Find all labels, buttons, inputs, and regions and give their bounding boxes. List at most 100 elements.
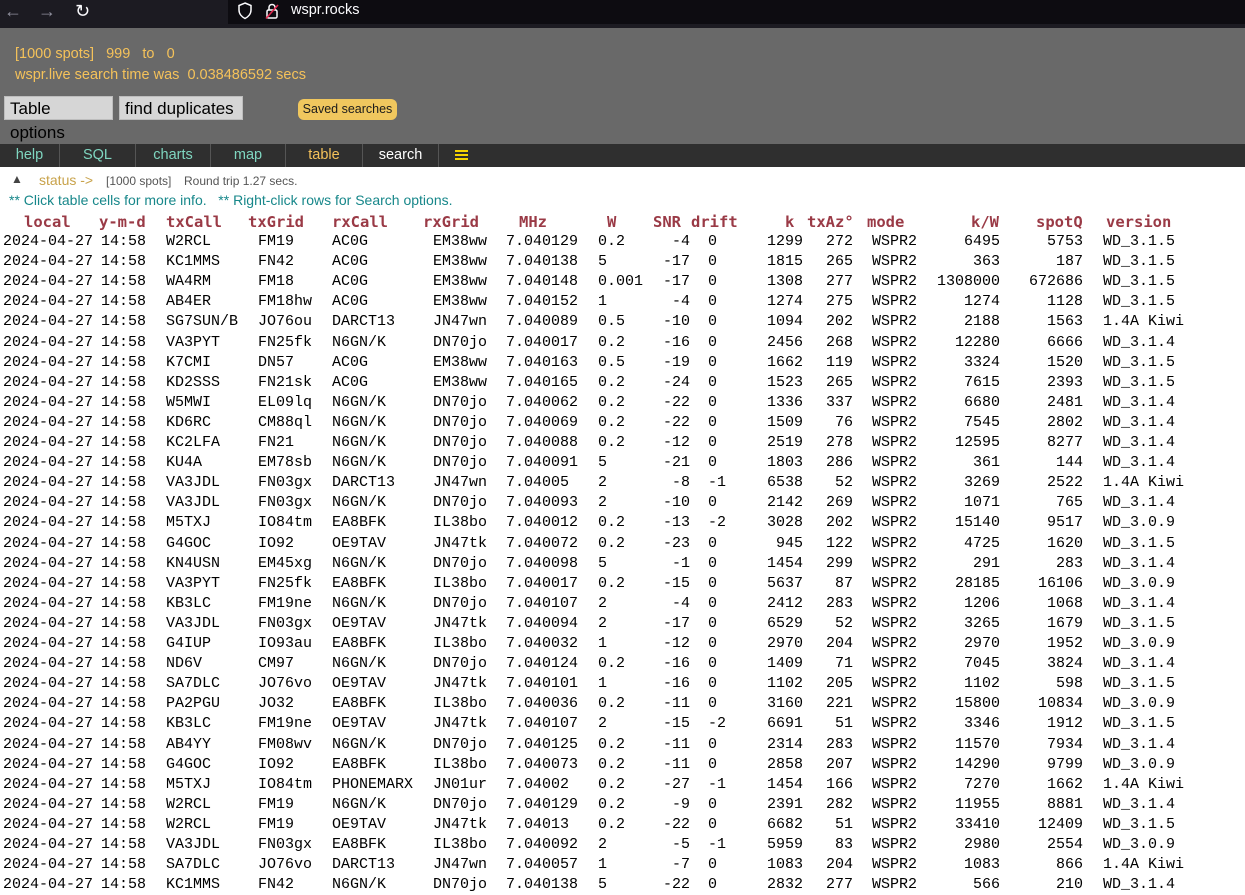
- table-cell[interactable]: -11: [648, 735, 690, 755]
- table-cell[interactable]: 7.040163: [506, 353, 591, 373]
- table-cell[interactable]: 7.04013: [506, 815, 591, 835]
- table-row[interactable]: 2024-04-27 14:58 KN4USN EM45xg N6GN/K DN70jo 7…: [0, 554, 1245, 574]
- table-cell[interactable]: 0: [708, 674, 748, 694]
- table-cell[interactable]: N6GN/K: [332, 333, 427, 353]
- collapse-arrow-icon[interactable]: ▲: [11, 172, 23, 186]
- table-cell[interactable]: -4: [648, 594, 690, 614]
- table-cell[interactable]: -15: [648, 574, 690, 594]
- table-cell[interactable]: 2024-04-27: [3, 634, 93, 654]
- table-cell[interactable]: IO93au: [258, 634, 328, 654]
- column-header-snr[interactable]: SNR: [653, 213, 681, 231]
- table-cell[interactable]: PA2PGU: [166, 694, 256, 714]
- table-cell[interactable]: 1: [598, 674, 653, 694]
- table-cell[interactable]: W2RCL: [166, 795, 256, 815]
- table-cell[interactable]: 1068: [1000, 594, 1083, 614]
- table-cell[interactable]: 14:58: [101, 614, 151, 634]
- table-cell[interactable]: WD_3.1.5: [1103, 292, 1203, 312]
- table-cell[interactable]: JO76ou: [258, 312, 328, 332]
- tab-table[interactable]: table: [286, 144, 363, 167]
- table-cell[interactable]: 0: [708, 413, 748, 433]
- table-cell[interactable]: 277: [808, 875, 853, 895]
- table-cell[interactable]: CM97: [258, 654, 328, 674]
- table-cell[interactable]: G4IUP: [166, 634, 256, 654]
- table-cell[interactable]: JN01ur: [433, 775, 503, 795]
- table-cell[interactable]: 0.2: [598, 393, 653, 413]
- table-cell[interactable]: 1102: [758, 674, 803, 694]
- address-bar[interactable]: [228, 0, 1245, 24]
- table-cell[interactable]: 14:58: [101, 574, 151, 594]
- table-cell[interactable]: 1409: [758, 654, 803, 674]
- table-cell[interactable]: 7545: [920, 413, 1000, 433]
- table-cell[interactable]: 1083: [758, 855, 803, 875]
- table-cell[interactable]: 2024-04-27: [3, 513, 93, 533]
- table-cell[interactable]: 0: [708, 594, 748, 614]
- table-cell[interactable]: JN47tk: [433, 614, 503, 634]
- table-cell[interactable]: 291: [920, 554, 1000, 574]
- table-cell[interactable]: 0: [708, 534, 748, 554]
- table-cell[interactable]: 0.2: [598, 513, 653, 533]
- table-cell[interactable]: -9: [648, 795, 690, 815]
- table-cell[interactable]: -13: [648, 513, 690, 533]
- table-cell[interactable]: G4GOC: [166, 534, 256, 554]
- table-cell[interactable]: 12595: [920, 433, 1000, 453]
- table-cell[interactable]: -11: [648, 755, 690, 775]
- table-cell[interactable]: OE9TAV: [332, 815, 427, 835]
- table-cell[interactable]: JO32: [258, 694, 328, 714]
- table-cell[interactable]: WD_3.0.9: [1103, 835, 1203, 855]
- forward-arrow-icon[interactable]: →: [38, 0, 56, 22]
- table-cell[interactable]: 1.4A Kiwi: [1103, 775, 1203, 795]
- table-cell[interactable]: FN03gx: [258, 835, 328, 855]
- table-cell[interactable]: 3346: [920, 714, 1000, 734]
- table-cell[interactable]: 2024-04-27: [3, 453, 93, 473]
- table-cell[interactable]: -21: [648, 453, 690, 473]
- table-cell[interactable]: 52: [808, 473, 853, 493]
- table-cell[interactable]: 12280: [920, 333, 1000, 353]
- table-cell[interactable]: 283: [808, 594, 853, 614]
- table-cell[interactable]: 14:58: [101, 815, 151, 835]
- table-cell[interactable]: N6GN/K: [332, 393, 427, 413]
- table-cell[interactable]: WD_3.1.5: [1103, 353, 1203, 373]
- table-cell[interactable]: 0: [708, 433, 748, 453]
- table-cell[interactable]: 0: [708, 252, 748, 272]
- table-cell[interactable]: N6GN/K: [332, 453, 427, 473]
- table-cell[interactable]: 2024-04-27: [3, 413, 93, 433]
- table-cell[interactable]: WD_3.1.4: [1103, 433, 1203, 453]
- table-cell[interactable]: JN47wn: [433, 855, 503, 875]
- table-cell[interactable]: 0.001: [598, 272, 653, 292]
- table-cell[interactable]: 1308: [758, 272, 803, 292]
- table-cell[interactable]: PHONEMARX: [332, 775, 427, 795]
- table-cell[interactable]: 14:58: [101, 835, 151, 855]
- table-cell[interactable]: 14:58: [101, 232, 151, 252]
- table-cell[interactable]: WD_3.1.4: [1103, 875, 1203, 895]
- column-header-rxgrid[interactable]: rxGrid: [423, 213, 479, 231]
- table-cell[interactable]: 2142: [758, 493, 803, 513]
- table-cell[interactable]: EA8BFK: [332, 574, 427, 594]
- table-cell[interactable]: 204: [808, 634, 853, 654]
- table-cell[interactable]: 283: [1000, 554, 1083, 574]
- table-cell[interactable]: OE9TAV: [332, 614, 427, 634]
- table-row[interactable]: 2024-04-27 14:58 G4IUP IO93au EA8BFK IL38bo 7.…: [0, 634, 1245, 654]
- table-cell[interactable]: 202: [808, 513, 853, 533]
- table-cell[interactable]: VA3JDL: [166, 835, 256, 855]
- table-cell[interactable]: OE9TAV: [332, 674, 427, 694]
- table-cell[interactable]: 0.2: [598, 433, 653, 453]
- table-cell[interactable]: 299: [808, 554, 853, 574]
- table-cell[interactable]: 221: [808, 694, 853, 714]
- table-cell[interactable]: WD_3.1.4: [1103, 735, 1203, 755]
- table-cell[interactable]: 286: [808, 453, 853, 473]
- column-header-rxcall[interactable]: rxCall: [332, 213, 388, 231]
- table-cell[interactable]: 0: [708, 232, 748, 252]
- table-cell[interactable]: DN70jo: [433, 413, 503, 433]
- table-cell[interactable]: JN47tk: [433, 714, 503, 734]
- table-cell[interactable]: EM78sb: [258, 453, 328, 473]
- table-cell[interactable]: FM19: [258, 815, 328, 835]
- column-header-drift[interactable]: drift: [691, 213, 738, 231]
- table-cell[interactable]: 7.040107: [506, 714, 591, 734]
- table-cell[interactable]: -24: [648, 373, 690, 393]
- table-cell[interactable]: 9799: [1000, 755, 1083, 775]
- column-header-spotq[interactable]: spotQ: [1036, 213, 1083, 231]
- table-cell[interactable]: 14:58: [101, 292, 151, 312]
- table-cell[interactable]: 2024-04-27: [3, 333, 93, 353]
- table-cell[interactable]: 283: [808, 735, 853, 755]
- table-cell[interactable]: 7.040125: [506, 735, 591, 755]
